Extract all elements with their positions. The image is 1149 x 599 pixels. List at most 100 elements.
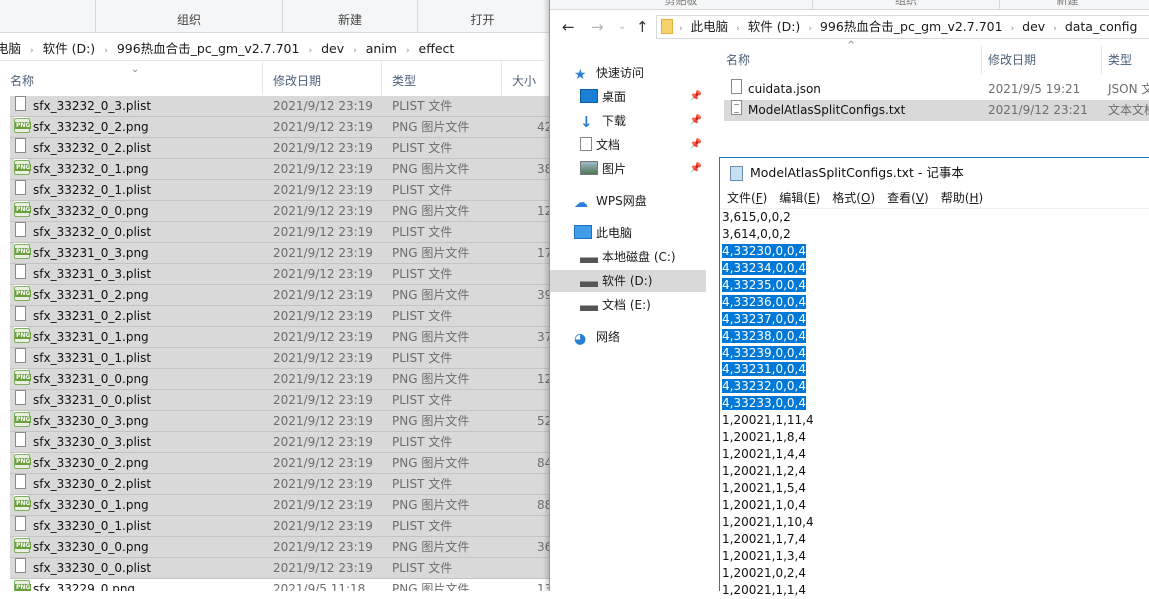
menu-item-accelerator: O: [860, 191, 871, 205]
file-type: PNG 图片文件: [392, 582, 470, 591]
notepad-text-area[interactable]: 3,615,0,0,2 3,614,0,0,2 4,33230,0,0,4 4,332…: [722, 209, 1142, 599]
recent-locations-chevron-icon[interactable]: ⌄: [618, 17, 626, 37]
breadcrumb-item[interactable]: dev: [321, 37, 344, 61]
ribbon-group-new[interactable]: 新建: [282, 0, 417, 33]
notepad-title-bar[interactable]: ModelAtlasSplitConfigs.txt - 记事本: [720, 158, 1149, 188]
file-row[interactable]: sfx_33231_0_3.png 2021/9/12 23:19 PNG 图片文件…: [10, 243, 549, 264]
breadcrumb-separator-icon[interactable]: ›: [308, 39, 312, 63]
nav-item[interactable]: ↓ 下载 📌: [580, 110, 702, 132]
menu-item[interactable]: 查看(V): [887, 188, 929, 209]
column-header-date[interactable]: 修改日期: [263, 62, 382, 95]
file-row[interactable]: sfx_33231_0_0.png 2021/9/12 23:19 PNG 图片文件…: [10, 369, 549, 390]
file-row[interactable]: sfx_33230_0_0.plist 2021/9/12 23:19 PLIST …: [10, 558, 549, 579]
file-row[interactable]: sfx_33231_0_3.plist 2021/9/12 23:19 PLIST …: [10, 264, 549, 285]
breadcrumb-item[interactable]: 软件 (D:): [43, 37, 96, 61]
nav-item[interactable]: 此电脑: [574, 222, 702, 244]
file-row[interactable]: sfx_33230_0_2.png 2021/9/12 23:19 PNG 图片文件…: [10, 453, 549, 474]
file-row[interactable]: sfx_33231_0_2.plist 2021/9/12 23:19 PLIST …: [10, 306, 549, 327]
nav-item[interactable]: 文档 (E:): [580, 294, 702, 316]
breadcrumb-separator-icon[interactable]: ›: [679, 18, 683, 40]
breadcrumb-item[interactable]: 此电脑: [691, 16, 729, 38]
file-row[interactable]: sfx_33232_0_0.png 2021/9/12 23:19 PNG 图片文件…: [10, 201, 549, 222]
file-date: 2021/9/12 23:19: [273, 519, 373, 533]
breadcrumb-separator-icon[interactable]: ›: [1011, 18, 1015, 40]
file-type: PNG 图片文件: [392, 330, 470, 344]
menu-item[interactable]: 编辑(E): [779, 188, 820, 209]
file-row[interactable]: sfx_33232_0_3.plist 2021/9/12 23:19 PLIST …: [10, 96, 549, 117]
file-row[interactable]: sfx_33230_0_3.plist 2021/9/12 23:19 PLIST …: [10, 432, 549, 453]
nav-item[interactable]: 图片 📌: [580, 158, 702, 180]
column-header-type[interactable]: 类型: [382, 62, 502, 95]
nav-item[interactable]: 桌面 📌: [580, 86, 702, 108]
pin-icon[interactable]: 📌: [690, 134, 702, 156]
forward-arrow-icon[interactable]: →: [591, 17, 604, 37]
file-row[interactable]: sfx_33230_0_3.png 2021/9/12 23:19 PNG 图片文件…: [10, 411, 549, 432]
ribbon-group-clipboard[interactable]: 剪贴板: [550, 0, 812, 9]
file-date: 2021/9/5 11:18: [273, 582, 366, 591]
nav-item[interactable]: ☁ WPS网盘: [574, 190, 702, 212]
line-text: 3,615,0,0,2: [722, 210, 791, 224]
breadcrumb-item[interactable]: 996热血合击_pc_gm_v2.7.701: [117, 37, 300, 61]
file-date: 2021/9/12 23:19: [273, 372, 373, 386]
ribbon-group-organize[interactable]: 组织: [812, 0, 999, 9]
file-row[interactable]: sfx_33230_0_1.plist 2021/9/12 23:19 PLIST …: [10, 516, 549, 537]
file-row[interactable]: sfx_33230_0_0.png 2021/9/12 23:19 PNG 图片文件…: [10, 537, 549, 558]
breadcrumb-separator-icon[interactable]: ›: [736, 18, 740, 40]
file-row[interactable]: sfx_33232_0_1.png 2021/9/12 23:19 PNG 图片文件…: [10, 159, 549, 180]
plist-file-icon: [15, 306, 26, 321]
breadcrumb-separator-icon[interactable]: ›: [353, 39, 357, 63]
pin-icon[interactable]: 📌: [690, 158, 702, 180]
nav-item[interactable]: 软件 (D:): [550, 270, 706, 292]
nav-item[interactable]: 文档 📌: [580, 134, 702, 156]
nav-item[interactable]: ★ 快速访问: [574, 62, 702, 84]
breadcrumb-separator-icon[interactable]: ›: [406, 39, 410, 63]
ribbon-group-organize[interactable]: 组织: [95, 0, 282, 33]
breadcrumb-item[interactable]: 996热血合击_pc_gm_v2.7.701: [820, 16, 1003, 38]
file-row[interactable]: sfx_33232_0_0.plist 2021/9/12 23:19 PLIST …: [10, 222, 549, 243]
breadcrumb-item[interactable]: dev: [1022, 16, 1045, 38]
menu-item[interactable]: 文件(F): [727, 188, 767, 209]
file-row[interactable]: sfx_33231_0_2.png 2021/9/12 23:19 PNG 图片文件…: [10, 285, 549, 306]
breadcrumb-item[interactable]: data_config: [1065, 16, 1138, 38]
breadcrumb-item[interactable]: 电脑: [0, 37, 21, 61]
breadcrumb-separator-icon[interactable]: ›: [808, 18, 812, 40]
file-row[interactable]: sfx_33230_0_1.png 2021/9/12 23:19 PNG 图片文件…: [10, 495, 549, 516]
address-bar[interactable]: 电脑 › 软件 (D:) › 996热血合击_pc_gm_v2.7.701 › dev › an…: [0, 37, 545, 61]
file-row[interactable]: ModelAtlasSplitConfigs.txt 2021/9/12 23:2…: [724, 100, 1149, 121]
breadcrumb-item[interactable]: 软件 (D:): [748, 16, 801, 38]
nav-item-label: 快速访问: [596, 66, 645, 80]
nav-item[interactable]: 本地磁盘 (C:): [580, 246, 702, 268]
column-header-date[interactable]: 修改日期: [982, 46, 1102, 74]
file-date: 2021/9/12 23:19: [273, 456, 373, 470]
pin-icon[interactable]: 📌: [690, 86, 702, 108]
pin-icon[interactable]: 📌: [690, 110, 702, 132]
file-type: PNG 图片文件: [392, 414, 470, 428]
file-row[interactable]: sfx_33231_0_1.png 2021/9/12 23:19 PNG 图片文件…: [10, 327, 549, 348]
column-header-name[interactable]: 名称: [720, 46, 982, 74]
back-arrow-icon[interactable]: ←: [562, 17, 575, 37]
breadcrumb-separator-icon[interactable]: ›: [30, 39, 34, 63]
nav-item[interactable]: ◕ 网络: [574, 326, 702, 348]
file-row[interactable]: sfx_33232_0_1.plist 2021/9/12 23:19 PLIST …: [10, 180, 549, 201]
file-row[interactable]: sfx_33231_0_0.plist 2021/9/12 23:19 PLIST …: [10, 390, 549, 411]
ribbon-group-new[interactable]: 新建: [999, 0, 1135, 9]
column-header-name[interactable]: 名称: [0, 62, 263, 95]
menu-item[interactable]: 帮助(H): [941, 188, 983, 209]
file-row[interactable]: sfx_33232_0_2.plist 2021/9/12 23:19 PLIST …: [10, 138, 549, 159]
column-header-type[interactable]: 类型: [1102, 46, 1149, 74]
menu-item[interactable]: 格式(O): [832, 188, 875, 209]
up-arrow-icon[interactable]: ↑: [636, 17, 649, 37]
breadcrumb-separator-icon[interactable]: ›: [104, 39, 108, 63]
file-row[interactable]: sfx_33231_0_1.plist 2021/9/12 23:19 PLIST …: [10, 348, 549, 369]
breadcrumb-item[interactable]: anim: [366, 37, 397, 61]
file-row[interactable]: cuidata.json 2021/9/5 19:21 JSON 文: [724, 79, 1149, 100]
file-row[interactable]: sfx_33229_0.png2021/9/5 11:18PNG 图片文件13: [10, 579, 549, 591]
ribbon-group-open[interactable]: 打开: [417, 0, 547, 33]
file-type: PLIST 文件: [392, 309, 453, 323]
file-row[interactable]: sfx_33230_0_2.plist 2021/9/12 23:19 PLIST …: [10, 474, 549, 495]
file-row[interactable]: sfx_33232_0_2.png 2021/9/12 23:19 PNG 图片文件…: [10, 117, 549, 138]
column-header-size[interactable]: 大小: [502, 62, 549, 95]
address-bar[interactable]: › 此电脑 › 软件 (D:) › 996热血合击_pc_gm_v2.7.701 › dev ›…: [656, 15, 1149, 39]
breadcrumb-separator-icon[interactable]: ›: [1053, 18, 1057, 40]
breadcrumb-item[interactable]: effect: [419, 37, 455, 61]
